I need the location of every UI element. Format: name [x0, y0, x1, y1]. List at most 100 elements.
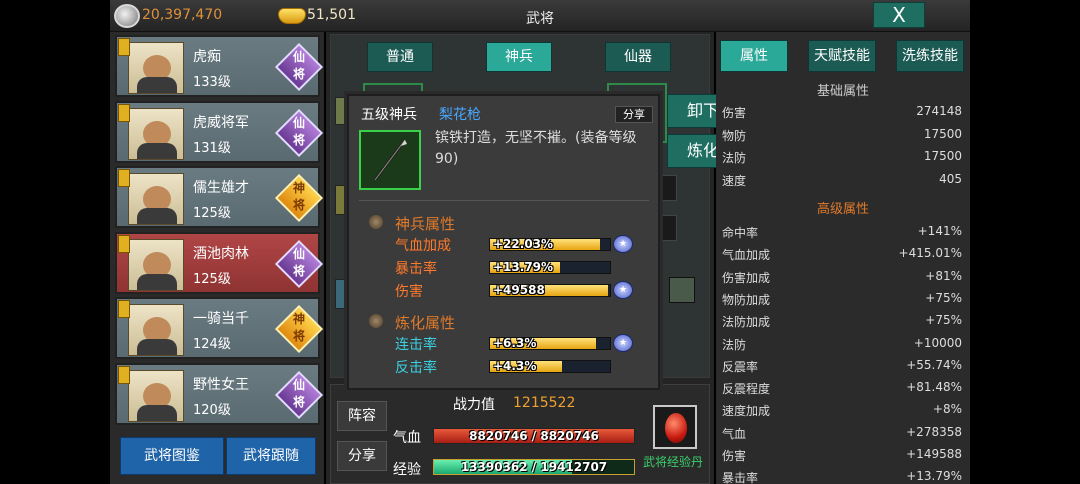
attr-value: +8%	[932, 402, 962, 417]
stat-name: 伤害	[395, 284, 423, 300]
tab-attributes[interactable]: 属性	[720, 40, 788, 72]
general-portrait	[128, 42, 184, 94]
hp-label: 气血	[393, 430, 421, 446]
attr-value: +415.01%	[898, 246, 962, 261]
general-name: 一骑当千	[193, 311, 249, 327]
hp-text: 8820746 / 8820746	[469, 429, 599, 443]
rarity-badge-text: 仙将	[290, 246, 308, 280]
general-name: 虎痴	[193, 49, 221, 65]
stat-value: +13.79%	[493, 261, 554, 274]
attr-value: +278358	[906, 424, 962, 439]
attr-value: +81.48%	[906, 380, 962, 395]
hp-bar: 8820746 / 8820746	[433, 428, 635, 444]
basic-attr-title: 基础属性	[816, 84, 869, 99]
badge-char-top: 仙	[292, 377, 305, 392]
tab-normal[interactable]: 普通	[367, 42, 433, 72]
badge-char-bottom: 将	[292, 263, 305, 278]
upgrade-icon[interactable]: ★	[613, 235, 633, 253]
general-card[interactable]: 野性女王 120级 仙将	[115, 362, 324, 425]
attr-row: 法防加成 +75%	[722, 310, 962, 330]
attr-value: +13.79%	[906, 469, 962, 484]
game-screen: 20,397,470 51,501 武将 X 虎痴 133级仙将虎威将军 131级仙…	[0, 0, 1080, 484]
general-card[interactable]: 虎痴 133级 仙将	[115, 35, 324, 97]
general-card[interactable]: 酒池肉林 125级 仙将	[115, 231, 324, 294]
general-card[interactable]: 儒生雄才 125级 神将	[115, 166, 324, 228]
attr-name: 速度加成	[722, 404, 771, 419]
weapon-grade: 五级神兵	[361, 107, 417, 123]
popup-share-button[interactable]: 分享	[615, 106, 653, 123]
refine-attr-title: 炼化属性	[395, 314, 456, 332]
exp-pill-icon	[665, 413, 687, 443]
stat-bar: +4.3%	[489, 360, 611, 373]
attr-value: 405	[939, 171, 962, 186]
general-level: 120级	[193, 402, 231, 418]
rarity-badge: 仙将	[274, 108, 324, 157]
tab-immortal-artifact[interactable]: 仙器	[605, 42, 671, 72]
attr-value: +75%	[925, 313, 962, 328]
attr-row: 反震率 +55.74%	[722, 355, 962, 375]
attr-row: 反震程度 +81.48%	[722, 377, 962, 397]
tab-refine-skills[interactable]: 洗练技能	[896, 40, 964, 72]
attr-row: 物防加成 +75%	[722, 288, 962, 308]
rank-flag-icon	[118, 300, 130, 318]
stat-value: +4.3%	[493, 360, 537, 373]
attr-row: 气血加成 +415.01%	[722, 243, 962, 263]
stat-value: +6.3%	[493, 337, 537, 350]
attr-value: 17500	[923, 149, 962, 163]
close-button[interactable]: X	[873, 2, 925, 28]
stat-name: 连击率	[395, 337, 437, 353]
rank-flag-icon	[118, 365, 130, 384]
stat-bar: +13.79%	[489, 261, 611, 274]
general-codex-button[interactable]: 武将图鉴	[120, 437, 224, 475]
attr-row: 命中率 +141%	[722, 221, 962, 241]
stat-bar: +22.03%	[489, 238, 611, 251]
tab-talent-skills[interactable]: 天赋技能	[808, 40, 876, 72]
attr-row: 伤害 274148	[722, 101, 962, 121]
attr-name: 物防加成	[722, 292, 771, 307]
attr-value: +141%	[917, 224, 962, 238]
attr-row: 气血 +278358	[722, 422, 962, 442]
general-name: 虎威将军	[193, 114, 249, 131]
exp-pill-slot[interactable]	[653, 405, 697, 449]
equipment-slot[interactable]	[669, 277, 695, 303]
gold-amount: 51,501	[307, 7, 356, 23]
lineup-button[interactable]: 阵容	[337, 401, 387, 431]
rarity-badge: 仙将	[274, 370, 324, 419]
general-card[interactable]: 虎威将军 131级 仙将	[115, 100, 324, 163]
power-label: 战力值	[453, 397, 495, 413]
share-button[interactable]: 分享	[337, 441, 387, 471]
general-portrait	[128, 304, 184, 356]
silver-coin-icon	[114, 4, 140, 28]
stat-bar: +49588	[489, 284, 611, 297]
stat-value: +49588	[493, 284, 545, 297]
badge-char-top: 仙	[292, 115, 305, 130]
exp-bar: 13390362 / 19412707	[433, 459, 635, 475]
rank-flag-icon	[118, 103, 130, 122]
tab-divine-weapon[interactable]: 神兵	[486, 42, 552, 72]
body-shape	[137, 142, 177, 159]
stat-bar: +6.3%	[489, 337, 611, 350]
general-stats-box: 阵容 分享 战力值 1215522 气血 8820746 / 8820746 经…	[330, 384, 710, 484]
badge-char-bottom: 将	[292, 198, 305, 212]
page-title: 武将	[526, 11, 554, 27]
general-name: 儒生雄才	[193, 180, 249, 196]
exp-text: 13390362 / 19412707	[460, 460, 608, 474]
attr-value: 17500	[923, 126, 962, 141]
spear-icon	[373, 139, 407, 181]
attr-value: +10000	[913, 335, 962, 350]
upgrade-icon[interactable]: ★	[613, 334, 633, 352]
body-shape	[137, 208, 177, 224]
attr-value: +55.74%	[906, 357, 962, 372]
badge-char-bottom: 将	[292, 329, 305, 343]
weapon-description: 镔铁打造，无坚不摧。(装备等级90)	[435, 130, 637, 167]
upgrade-icon[interactable]: ★	[613, 281, 633, 299]
rarity-badge: 神将	[274, 173, 324, 223]
general-list-panel: 虎痴 133级仙将虎威将军 131级仙将儒生雄才 125级神将酒池肉林 125级仙将一骑…	[110, 32, 324, 484]
badge-char-bottom: 将	[292, 132, 305, 147]
weapon-name: 梨花枪	[439, 107, 481, 123]
general-level: 125级	[193, 271, 231, 287]
section-bullet-icon	[369, 215, 383, 229]
rarity-badge-text: 仙将	[290, 49, 308, 83]
general-follow-button[interactable]: 武将跟随	[226, 437, 316, 475]
general-card[interactable]: 一骑当千 124级 神将	[115, 297, 324, 359]
